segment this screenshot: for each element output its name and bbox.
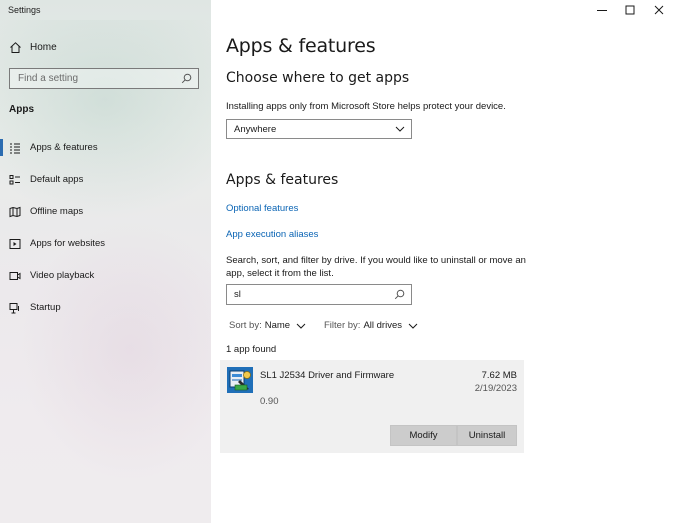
maximize-button[interactable]: [614, 0, 646, 20]
close-button[interactable]: [643, 0, 673, 20]
filter-by-dropdown[interactable]: Filter by: All drives: [324, 320, 418, 331]
minimize-icon: [597, 10, 607, 11]
sidebar-home[interactable]: Home: [0, 37, 211, 59]
sidebar-item-label: Default apps: [30, 174, 84, 185]
search-description: Search, sort, and filter by drive. If yo…: [226, 254, 526, 280]
app-name: SL1 J2534 Driver and Firmware: [260, 370, 395, 381]
startup-icon: [9, 303, 19, 314]
app-source-value: Anywhere: [234, 124, 277, 135]
sidebar-item-default-apps[interactable]: Default apps: [0, 168, 211, 192]
sort-by-prefix: Sort by:: [229, 320, 262, 331]
sidebar-item-label: Video playback: [30, 270, 95, 281]
page-title: Apps & features: [226, 35, 376, 57]
video-icon: [9, 272, 21, 280]
app-version: 0.90: [260, 396, 279, 407]
search-description-line: Search, sort, and filter by drive. If yo…: [226, 255, 526, 266]
window-title: Settings: [8, 5, 41, 15]
apps-list-icon: [10, 143, 20, 154]
features-heading: Apps & features: [226, 172, 339, 188]
sidebar-item-apps-features[interactable]: Apps & features: [0, 136, 211, 160]
web-app-icon: [9, 239, 21, 249]
search-icon: [181, 73, 192, 84]
app-list-item[interactable]: SL1 J2534 Driver and Firmware 7.62 MB 2/…: [220, 360, 524, 453]
chevron-down-icon: [395, 126, 405, 132]
modify-button[interactable]: Modify: [390, 425, 457, 446]
maximize-icon: [625, 5, 635, 15]
app-size: 7.62 MB: [481, 370, 517, 381]
app-execution-aliases-link[interactable]: App execution aliases: [226, 229, 318, 240]
filter-by-value: All drives: [363, 320, 402, 331]
active-indicator: [0, 139, 3, 156]
sidebar: Settings Home Find a setting Apps Apps &…: [0, 0, 211, 523]
find-setting-placeholder: Find a setting: [18, 73, 79, 84]
installer-icon: [227, 367, 253, 393]
sidebar-section-apps: Apps: [9, 104, 34, 115]
sort-by-value: Name: [264, 320, 291, 331]
map-icon: [9, 206, 21, 218]
source-heading: Choose where to get apps: [226, 70, 410, 86]
sidebar-item-label: Startup: [30, 302, 61, 313]
sidebar-item-startup[interactable]: Startup: [0, 296, 211, 320]
sidebar-item-label: Apps for websites: [30, 238, 105, 249]
app-search-value: sl: [234, 289, 241, 300]
optional-features-link[interactable]: Optional features: [226, 203, 298, 214]
uninstall-button[interactable]: Uninstall: [457, 425, 517, 446]
filter-by-prefix: Filter by:: [324, 320, 361, 331]
sort-by-dropdown[interactable]: Sort by: Name: [229, 320, 306, 331]
app-install-date: 2/19/2023: [474, 383, 517, 394]
sidebar-item-video-playback[interactable]: Video playback: [0, 264, 211, 288]
home-icon: [10, 42, 21, 53]
sidebar-home-label: Home: [30, 42, 57, 53]
results-count: 1 app found: [226, 344, 277, 355]
default-apps-icon: [9, 175, 20, 185]
sidebar-item-offline-maps[interactable]: Offline maps: [0, 200, 211, 224]
sidebar-item-apps-for-websites[interactable]: Apps for websites: [0, 232, 211, 256]
sidebar-item-label: Offline maps: [30, 206, 84, 217]
search-description-line: app, select it from the list.: [226, 268, 334, 279]
app-source-dropdown[interactable]: Anywhere: [226, 119, 412, 139]
app-search-input[interactable]: sl: [226, 284, 412, 305]
sidebar-item-label: Apps & features: [30, 142, 98, 153]
search-icon: [394, 289, 405, 300]
chevron-down-icon: [408, 323, 418, 329]
source-description: Installing apps only from Microsoft Stor…: [226, 101, 506, 112]
find-setting-input[interactable]: Find a setting: [9, 68, 199, 89]
chevron-down-icon: [296, 323, 306, 329]
close-icon: [654, 5, 664, 15]
